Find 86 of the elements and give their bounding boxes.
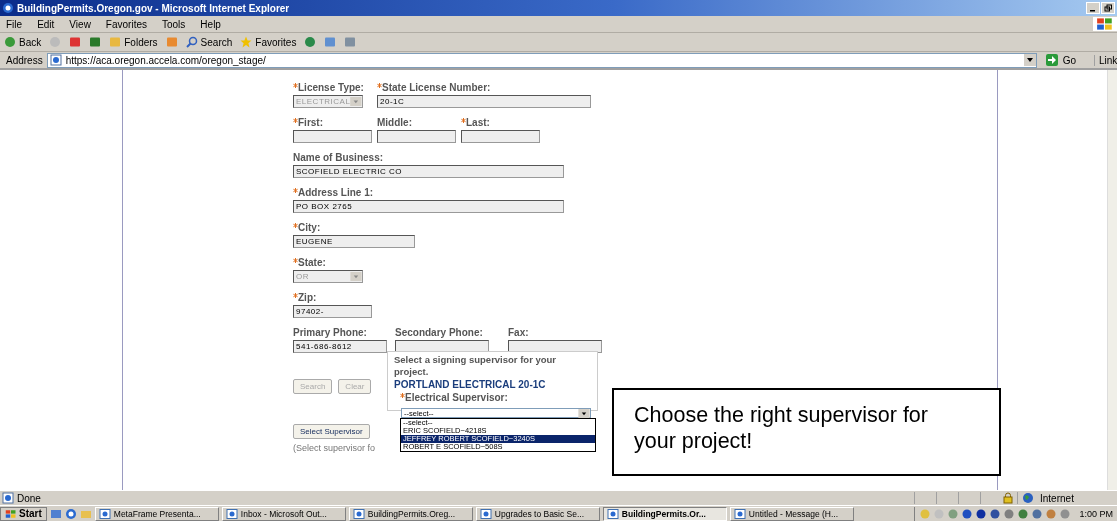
window-icon	[352, 507, 365, 520]
field-label: License Type:	[298, 82, 364, 93]
field-label: Last:	[466, 117, 490, 128]
required-marker-icon	[461, 118, 466, 123]
window-title: BuildingPermits.Oregon.gov - Microsoft Internet Explorer	[17, 2, 290, 14]
license-heading: PORTLAND ELECTRICAL 20-1C	[394, 379, 547, 390]
search-icon	[185, 36, 198, 48]
popup-text: Select a signing supervisor for your project.	[394, 354, 558, 378]
input-field[interactable]: 20-1C	[377, 95, 591, 108]
required-marker-icon	[293, 83, 298, 88]
windows-logo-icon	[5, 507, 17, 520]
input-field[interactable]: 541-686-8612	[293, 340, 387, 353]
tray-icon[interactable]	[975, 507, 988, 520]
restore-icon	[1103, 4, 1113, 12]
address-label: Address	[6, 54, 43, 66]
start-button[interactable]: Start	[0, 506, 47, 521]
field-label: Fax:	[508, 327, 529, 338]
taskbar-button[interactable]: BuildingPermits.Or...	[602, 506, 727, 521]
required-marker-icon	[293, 118, 298, 123]
globe-icon	[1022, 492, 1034, 504]
field-label: Zip:	[298, 292, 317, 303]
menu-item[interactable]: File	[6, 18, 23, 30]
window-icon	[479, 507, 492, 520]
browser-icon[interactable]	[64, 507, 77, 520]
callout-text: Choose the right supervisor for your project!	[634, 403, 928, 453]
taskbar-button[interactable]: Untitled - Message (H...	[729, 506, 854, 521]
field-label: State License Number:	[382, 82, 491, 93]
menu-item[interactable]: Edit	[37, 18, 55, 30]
restore-button[interactable]	[1101, 2, 1115, 14]
field-label: City:	[298, 222, 321, 233]
lock-icon	[1002, 492, 1014, 504]
taskbar-button[interactable]: MetaFrame Presenta...	[94, 506, 219, 521]
favorites-button[interactable]: Favorites	[238, 36, 299, 48]
address-field[interactable]: https://aca.oregon.accela.com/oregon_stage/	[46, 52, 1037, 68]
menu-item[interactable]: Help	[200, 18, 221, 30]
window-icon	[98, 507, 111, 520]
input-field[interactable]: 97402-	[293, 305, 372, 318]
minimize-button[interactable]	[1086, 2, 1100, 14]
scrollbar[interactable]	[1107, 70, 1117, 490]
menu-item[interactable]: Tools	[162, 18, 186, 30]
field-label: Name of Business:	[293, 152, 384, 163]
search-button[interactable]: Search	[183, 36, 235, 48]
clock: 1:00 PM	[1079, 508, 1113, 519]
back-button[interactable]: Back	[2, 36, 44, 48]
go-button[interactable]: Go	[1040, 54, 1090, 66]
required-marker-icon	[293, 223, 298, 228]
required-marker-icon	[293, 293, 298, 298]
tray-icon[interactable]	[1017, 507, 1030, 520]
hint-text: (Select supervisor fo	[293, 443, 376, 453]
window-icon	[225, 507, 238, 520]
required-marker-icon	[293, 188, 298, 193]
input-field[interactable]	[293, 130, 372, 143]
field-label: Electrical Supervisor:	[405, 392, 508, 403]
windows-logo-icon	[1093, 17, 1117, 31]
field-label: Address Line 1:	[298, 187, 374, 198]
input-field[interactable]: PO BOX 2765	[293, 200, 564, 213]
required-marker-icon	[293, 258, 298, 263]
page-icon	[49, 54, 62, 66]
field-label: First:	[298, 117, 323, 128]
taskbar-button[interactable]: Upgrades to Basic Se...	[475, 506, 600, 521]
tray-icon[interactable]	[989, 507, 1002, 520]
menu-item[interactable]: View	[69, 18, 91, 30]
input-field[interactable]	[377, 130, 456, 143]
window-icon	[733, 507, 746, 520]
select-supervisor-button[interactable]: Select Supervisor	[293, 424, 370, 439]
input-field[interactable]: EUGENE	[293, 235, 415, 248]
status-text: Done	[17, 492, 41, 504]
folders-button[interactable]: Folders	[107, 36, 160, 48]
field-label: Middle:	[377, 117, 412, 128]
links-label[interactable]: Link	[1094, 54, 1117, 66]
menu-item[interactable]: Favorites	[105, 18, 147, 30]
required-marker-icon	[377, 83, 382, 88]
tray-icon[interactable]	[1031, 507, 1044, 520]
window-icon	[606, 507, 619, 520]
browser-icon	[2, 2, 14, 14]
field-label: Secondary Phone:	[395, 327, 483, 338]
arrow-icon	[1044, 54, 1059, 66]
input-field[interactable]: SCOFIELD ELECTRIC CO	[293, 165, 564, 178]
taskbar-button[interactable]: BuildingPermits.Oreg...	[348, 506, 473, 521]
input-field[interactable]	[461, 130, 540, 143]
favorites-icon	[240, 36, 253, 48]
zone-text: Internet	[1040, 492, 1074, 504]
taskbar-button[interactable]: Inbox - Microsoft Out...	[221, 506, 346, 521]
field-label: Primary Phone:	[293, 327, 367, 338]
tray-icon[interactable]	[961, 507, 974, 520]
field-label: State:	[298, 257, 326, 268]
